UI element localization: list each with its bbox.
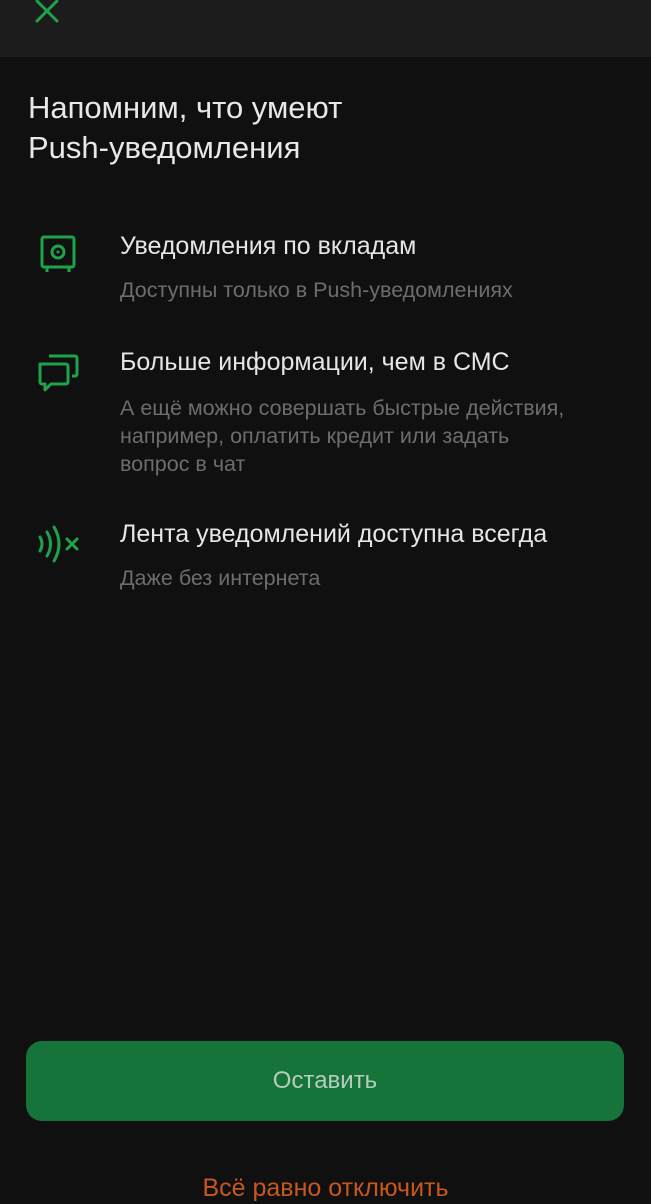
feature-item-deposits: Уведомления по вкладам Доступны только в…: [0, 224, 651, 314]
page-title: Напомним, что умеют Push-уведомления: [28, 88, 618, 168]
feature-item-more-info: Больше информации, чем в СМС А ещё можно…: [0, 342, 651, 482]
feature-description-line: вопрос в чат: [120, 452, 246, 476]
disable-anyway-button[interactable]: Всё равно отключить: [0, 1172, 651, 1204]
feature-title: Лента уведомлений доступна всегда: [120, 520, 548, 548]
feature-description-line: например, оплатить кредит или задать: [120, 424, 510, 448]
page-title-line-1: Напомним, что умеют: [28, 90, 343, 125]
feature-description-line: А ещё можно совершать быстрые действия,: [120, 396, 565, 420]
feature-title: Больше информации, чем в СМС: [120, 348, 510, 376]
safe-icon: [34, 230, 82, 278]
chat-bubbles-icon: [34, 348, 82, 396]
top-bar: [0, 0, 651, 57]
offline-signal-icon: [34, 520, 82, 568]
feature-description: Даже без интернета: [120, 566, 321, 590]
close-button[interactable]: [30, 0, 64, 28]
feature-description: Доступны только в Push-уведомлениях: [120, 278, 513, 302]
close-icon: [35, 0, 59, 23]
page-title-line-2: Push-уведомления: [28, 130, 301, 165]
keep-button[interactable]: Оставить: [26, 1041, 624, 1121]
feature-item-notification-feed: Лента уведомлений доступна всегда Даже б…: [0, 516, 651, 606]
feature-title: Уведомления по вкладам: [120, 232, 417, 260]
